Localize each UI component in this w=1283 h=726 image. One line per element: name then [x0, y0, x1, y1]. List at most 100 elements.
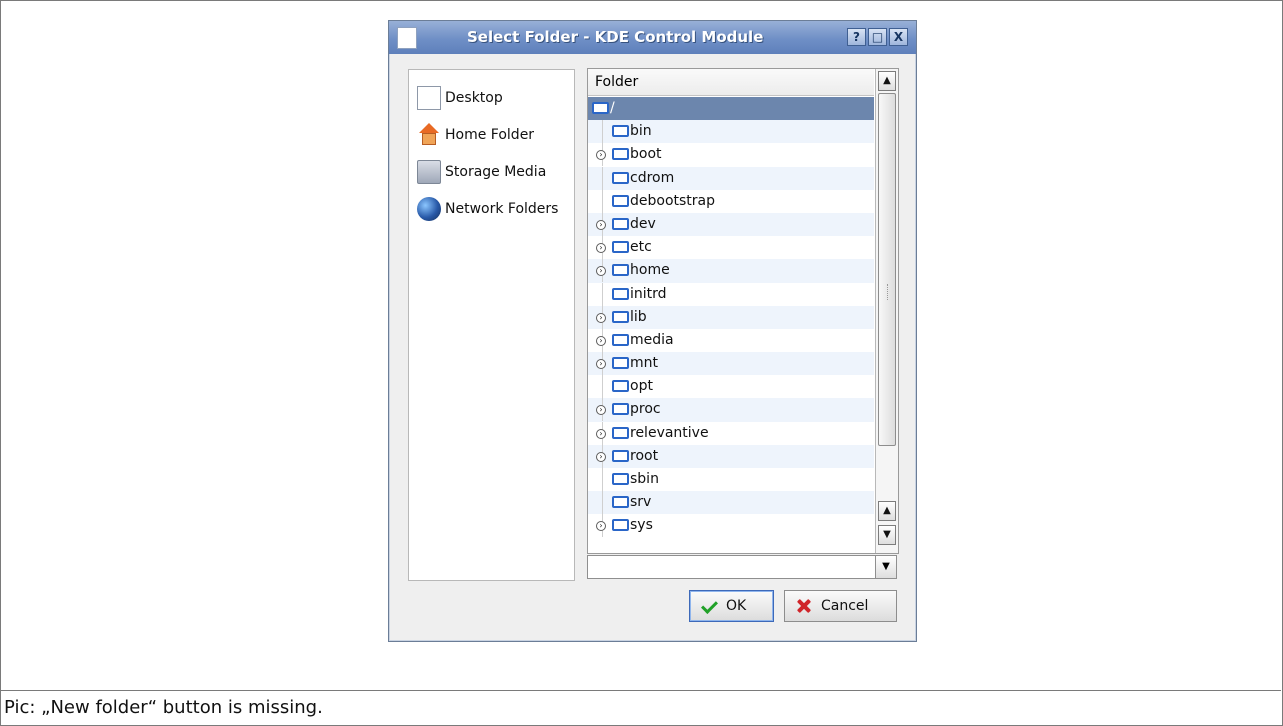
folder-label: srv: [630, 494, 652, 511]
folder-label: debootstrap: [630, 192, 716, 209]
expand-icon[interactable]: ›: [596, 521, 606, 532]
ok-check-icon: [700, 599, 718, 613]
expand-icon[interactable]: ›: [596, 405, 606, 416]
folder-row[interactable]: › boot: [588, 143, 874, 167]
folder-icon: [612, 241, 629, 254]
expand-icon[interactable]: ›: [596, 312, 606, 323]
home-folder-icon: [417, 123, 441, 147]
folder-row[interactable]: › lib: [588, 305, 874, 329]
expand-icon[interactable]: ›: [596, 359, 606, 370]
place-label: Desktop: [445, 90, 503, 106]
folder-label: cdrom: [630, 169, 675, 186]
help-button[interactable]: ?: [847, 28, 866, 46]
cancel-label: Cancel: [821, 598, 869, 614]
folder-icon: [612, 380, 629, 393]
dialog-title: Select Folder - KDE Control Module: [467, 28, 764, 46]
folder-label: initrd: [630, 285, 667, 302]
maximize-button[interactable]: □: [868, 28, 887, 46]
expand-icon[interactable]: ›: [596, 150, 606, 161]
folder-row[interactable]: › dev: [588, 212, 874, 237]
select-folder-dialog: Select Folder - KDE Control Module ? □ X…: [388, 20, 917, 642]
folder-icon: [612, 287, 629, 300]
expand-icon[interactable]: ›: [596, 219, 606, 230]
tree-line: [602, 282, 603, 306]
tree-line: [602, 120, 603, 144]
expand-icon[interactable]: ›: [596, 428, 606, 439]
folder-icon: [612, 217, 629, 230]
desktop-icon: [417, 86, 441, 110]
scroll-down-icon[interactable]: ▼: [878, 525, 896, 545]
folder-label: sbin: [630, 471, 659, 487]
places-panel: Desktop Home Folder Storage Media Networ…: [408, 69, 575, 581]
ok-button[interactable]: OK: [689, 590, 774, 622]
folder-row[interactable]: debootstrap: [588, 189, 874, 213]
title-bar[interactable]: Select Folder - KDE Control Module ? □ X: [389, 21, 916, 54]
expand-icon[interactable]: ›: [596, 243, 606, 254]
folder-icon: [612, 194, 629, 207]
folder-icon: [592, 102, 609, 114]
title-bar-buttons: ? □ X: [847, 28, 908, 46]
folder-row[interactable]: srv: [588, 491, 874, 515]
scrollbar-thumb[interactable]: [878, 93, 896, 446]
folder-label: opt: [630, 378, 653, 395]
folder-row[interactable]: bin: [588, 120, 874, 144]
folder-label: etc: [630, 239, 652, 256]
folder-row[interactable]: › home: [588, 259, 874, 283]
folder-row[interactable]: › media: [588, 328, 874, 352]
folder-row[interactable]: › etc: [588, 236, 874, 260]
folder-row[interactable]: › sys: [588, 514, 874, 538]
folder-label: relevantive: [630, 424, 709, 441]
vertical-scrollbar[interactable]: ▲ ▲ ▼: [875, 69, 898, 553]
folder-label: /: [610, 100, 615, 116]
folder-icon: [612, 403, 629, 416]
expand-icon[interactable]: ›: [596, 266, 606, 277]
place-storage-media[interactable]: Storage Media: [417, 158, 546, 186]
folder-row[interactable]: initrd: [588, 282, 874, 306]
folder-row[interactable]: cdrom: [588, 166, 874, 190]
scrollbar-grip-icon: [887, 284, 889, 300]
folder-label: dev: [630, 215, 656, 232]
tree-line: [602, 189, 603, 213]
window-menu-icon[interactable]: [397, 27, 417, 49]
folder-icon: [612, 171, 629, 184]
place-label: Network Folders: [445, 201, 559, 217]
folder-row[interactable]: › relevantive: [588, 421, 874, 445]
storage-media-icon: [417, 160, 441, 184]
folder-column-header[interactable]: Folder: [588, 69, 874, 96]
scroll-up-icon[interactable]: ▲: [878, 71, 896, 91]
caption-separator: [0, 690, 1281, 691]
place-network-folders[interactable]: Network Folders: [417, 195, 558, 223]
place-desktop[interactable]: Desktop: [417, 84, 503, 112]
expand-icon[interactable]: ›: [596, 451, 606, 462]
folder-label: mnt: [630, 355, 658, 372]
cancel-button[interactable]: Cancel: [784, 590, 897, 622]
expand-icon[interactable]: ›: [596, 335, 606, 346]
folder-icon: [612, 148, 629, 161]
folder-icon: [612, 449, 629, 462]
tree-line: [602, 375, 603, 399]
tree-line: [602, 468, 603, 491]
folder-icon: [612, 264, 629, 277]
chevron-down-icon[interactable]: ▼: [875, 556, 896, 578]
picture-caption: Pic: „New folder“ button is missing.: [4, 697, 323, 718]
folder-tree[interactable]: Folder / bin › boot cdrom debootstrap › de…: [587, 68, 899, 554]
place-label: Home Folder: [445, 127, 535, 143]
close-button[interactable]: X: [889, 28, 908, 46]
folder-row[interactable]: › root: [588, 444, 874, 468]
folder-icon: [612, 357, 629, 370]
folder-icon: [612, 333, 629, 346]
tree-line: [602, 166, 603, 190]
folder-row[interactable]: opt: [588, 375, 874, 399]
folder-row[interactable]: /: [588, 97, 874, 121]
folder-icon: [612, 496, 629, 509]
folder-label: boot: [630, 146, 662, 163]
folder-row[interactable]: › proc: [588, 398, 874, 422]
folder-row[interactable]: › mnt: [588, 352, 874, 376]
ok-label: OK: [726, 598, 747, 614]
scroll-up-icon[interactable]: ▲: [878, 501, 896, 521]
folder-row[interactable]: sbin: [588, 468, 874, 491]
place-home-folder[interactable]: Home Folder: [417, 121, 534, 149]
path-combo[interactable]: ▼: [587, 555, 897, 579]
folder-label: sys: [630, 517, 653, 534]
cancel-x-icon: [795, 597, 813, 615]
